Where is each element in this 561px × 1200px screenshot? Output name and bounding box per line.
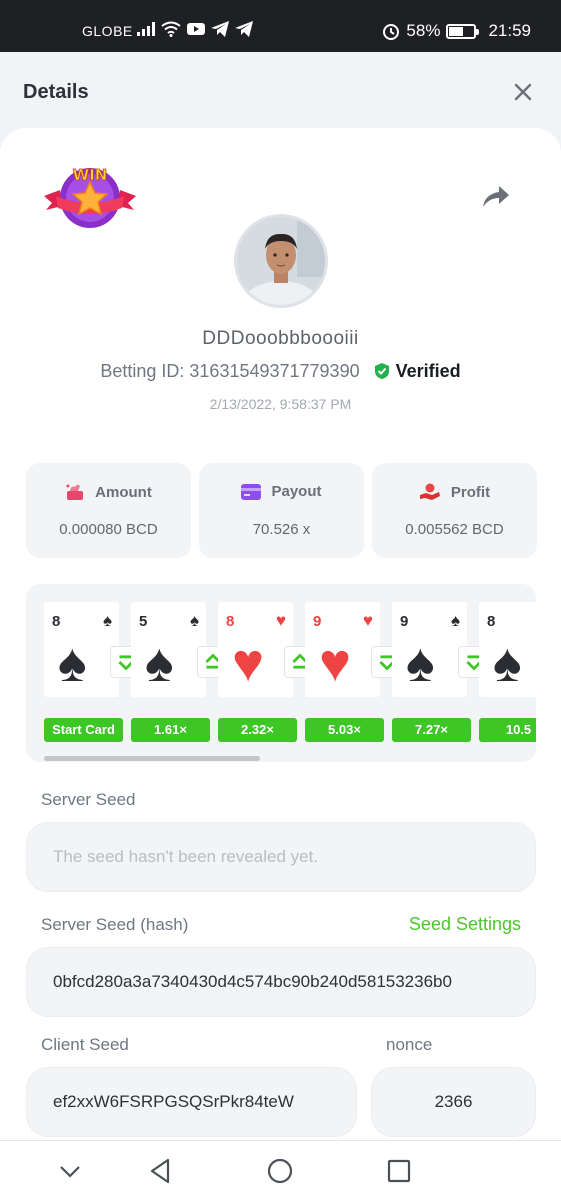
playing-card: 8♠♠: [479, 602, 536, 697]
card-rank: 8: [226, 613, 235, 630]
stat-profit: Profit 0.005562 BCD: [372, 463, 537, 558]
seed-settings-link[interactable]: Seed Settings: [409, 914, 521, 935]
stat-amount-label: Amount: [95, 483, 152, 501]
stat-payout-label: Payout: [271, 483, 322, 500]
signal-icon: [137, 22, 155, 36]
multiplier-badge: Start Card: [44, 718, 123, 742]
verified-shield-icon: [374, 363, 389, 379]
card-rank: 8: [487, 613, 496, 630]
heart-suit-icon: ♥: [275, 611, 286, 630]
stat-payout: Payout 70.526 x: [199, 463, 364, 558]
avatar: [234, 214, 328, 308]
horizontal-scrollbar[interactable]: [44, 756, 260, 761]
logo-text: WIN: [73, 166, 108, 184]
telegram-icon: [235, 21, 253, 37]
amount-icon: [66, 484, 84, 500]
page-title: Details: [23, 81, 89, 103]
status-bar: GLOBE 58% 21:59: [0, 0, 561, 52]
telegram-icon: [211, 21, 229, 37]
wifi-icon: [161, 21, 181, 37]
share-icon[interactable]: [481, 182, 511, 210]
spade-suit-icon: ♠: [450, 611, 460, 630]
payout-icon: [241, 483, 262, 500]
back-icon[interactable]: [144, 1155, 176, 1187]
nonce-field[interactable]: 2366: [371, 1067, 536, 1137]
heart-suit-icon: ♥: [232, 633, 265, 693]
bet-date: 2/13/2022, 9:58:37 PM: [209, 396, 352, 412]
youtube-icon: [187, 23, 205, 35]
server-seed-field: The seed hasn't been revealed yet.: [26, 822, 536, 892]
playing-card: 9 ♥ ♥: [305, 602, 380, 697]
server-seed-hash-field[interactable]: 0bfcd280a3a7340430d4c574bc90b240d5815323…: [26, 947, 536, 1017]
username: DDDooobbboooiii: [202, 328, 359, 349]
chevron-down-icon[interactable]: [54, 1155, 86, 1187]
stat-amount-value: 0.000080 BCD: [59, 521, 158, 538]
playing-card: 8 ♠ ♠: [44, 602, 119, 697]
close-icon[interactable]: [511, 80, 535, 104]
betting-id-label: Betting ID:: [100, 361, 185, 381]
card-rank: 9: [400, 613, 409, 630]
stat-amount: Amount 0.000080 BCD: [26, 463, 191, 558]
system-nav-bar: [0, 1140, 561, 1200]
spade-suit-icon: ♠: [102, 611, 112, 630]
card-rank: 9: [313, 613, 322, 630]
multiplier-badge: 10.5: [479, 718, 536, 742]
card-rank: 5: [139, 613, 148, 630]
spade-suit-icon: ♠: [58, 633, 87, 693]
client-seed-field[interactable]: ef2xxW6FSRPGSQSrPkr84teW: [26, 1067, 357, 1137]
server-seed-label: Server Seed: [41, 790, 136, 809]
spade-suit-icon: ♠: [493, 633, 522, 693]
client-seed-label: Client Seed: [41, 1035, 129, 1054]
profit-icon: [419, 483, 440, 500]
spade-suit-icon: ♠: [406, 633, 435, 693]
recents-icon[interactable]: [383, 1155, 415, 1187]
spade-suit-icon: ♠: [189, 611, 199, 630]
playing-card: 8 ♥ ♥: [218, 602, 293, 697]
betting-id-line: Betting ID: 31631549371779390 Verified: [0, 361, 561, 382]
verified-label: Verified: [395, 361, 461, 381]
stat-payout-value: 70.526 x: [252, 521, 311, 538]
heart-suit-icon: ♥: [362, 611, 373, 630]
spade-suit-icon: ♠: [145, 633, 174, 693]
multiplier-badge: 7.27×: [392, 718, 471, 742]
multiplier-badge: 5.03×: [305, 718, 384, 742]
alarm-icon: [383, 24, 400, 40]
heart-suit-icon: ♥: [319, 633, 352, 693]
battery-icon: [446, 23, 480, 39]
details-header: Details: [0, 52, 561, 132]
card-rank: 8: [52, 613, 61, 630]
betting-id-value: 31631549371779390: [189, 361, 360, 381]
multiplier-badge: 1.61×: [131, 718, 210, 742]
battery-percent: 58%: [406, 21, 441, 40]
carrier-name: GLOBE: [82, 23, 133, 39]
multiplier-badge: 2.32×: [218, 718, 297, 742]
win-logo: WIN: [44, 166, 136, 228]
playing-card: 9 ♠ ♠: [392, 602, 467, 697]
home-icon[interactable]: [264, 1155, 296, 1187]
server-seed-hash-label: Server Seed (hash): [41, 915, 189, 934]
clock: 21:59: [488, 21, 531, 40]
playing-card: 5 ♠ ♠: [131, 602, 206, 697]
nonce-label: nonce: [386, 1035, 433, 1054]
stat-profit-value: 0.005562 BCD: [405, 521, 504, 538]
stat-profit-label: Profit: [450, 483, 491, 501]
cards-history[interactable]: 8 ♠ ♠ Start Card 5 ♠ ♠ 1.61× 8 ♥ ♥ 2.32× 9 ♥ ♥ 5.03× 9 ♠ ♠…: [26, 584, 536, 762]
